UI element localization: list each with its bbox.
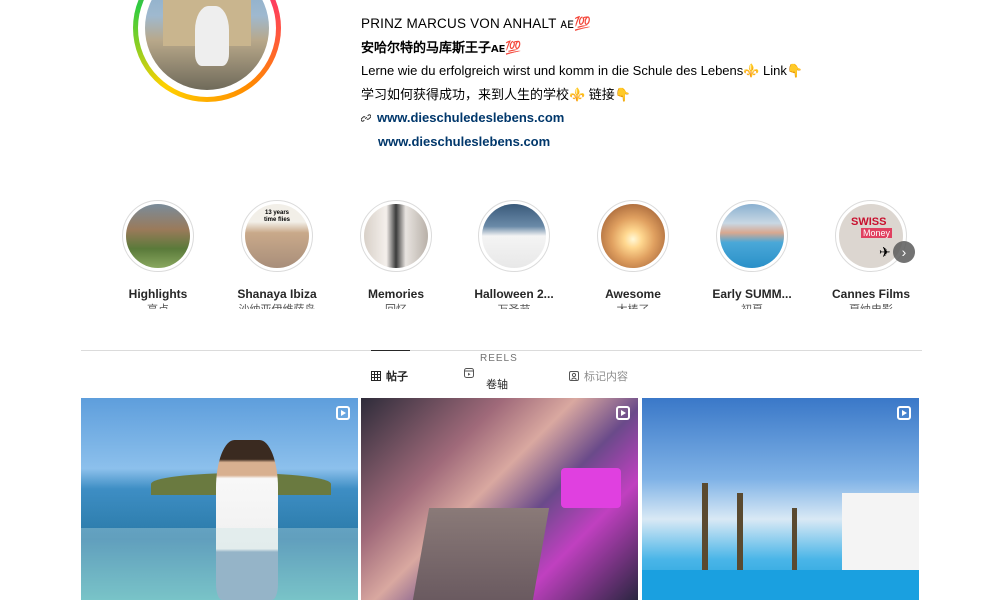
- profile-name: PRINZ MARCUS VON ANHALT ᴀᴇ💯: [361, 16, 592, 31]
- highlight-5[interactable]: Awesome 太棒了: [591, 200, 675, 309]
- post-pool-water: [642, 570, 919, 600]
- profile-name-zh: 安哈尔特的马库斯王子ᴀᴇ💯: [361, 39, 522, 55]
- profile-avatar[interactable]: [133, 0, 281, 102]
- post-pool-palms[interactable]: [642, 398, 919, 600]
- highlight-sublabel: 沙纳亚伊维萨岛: [235, 303, 319, 309]
- reel-icon: [616, 406, 630, 420]
- website-link-2[interactable]: www.dieschuleslebens.com: [361, 130, 803, 154]
- post-palm-2: [737, 493, 743, 573]
- highlight-sublabel: 万圣节: [472, 303, 556, 309]
- airplane-icon: ✈: [879, 244, 891, 260]
- tagged-icon: [569, 371, 579, 381]
- highlight-ring: [122, 200, 194, 272]
- post-palm-1: [702, 483, 708, 573]
- highlight-label: Highlights: [128, 287, 188, 301]
- profile-bio: PRINZ MARCUS VON ANHALT ᴀᴇ💯 安哈尔特的马库斯王子ᴀᴇ…: [361, 12, 803, 153]
- tab-tagged-label: 标记内容: [584, 371, 628, 383]
- highlight-3[interactable]: Memories 回忆: [354, 200, 438, 309]
- highlight-sublabel: 回忆: [354, 303, 438, 309]
- tab-reels-label-en[interactable]: REELS: [480, 353, 518, 364]
- active-tab-indicator: [371, 350, 410, 351]
- bio-text-de: Lerne wie du erfolgreich wirst und komm …: [361, 63, 804, 78]
- highlight-label: Halloween 2...: [474, 287, 554, 301]
- highlight-ring: 13 years time flies: [241, 200, 313, 272]
- tab-posts-label: 帖子: [386, 371, 408, 383]
- highlight-thumb: [720, 204, 784, 268]
- reel-icon: [336, 406, 350, 420]
- grid-icon: [371, 371, 381, 381]
- swiss-logo-text: SWISS: [851, 216, 887, 228]
- highlight-thumb: [601, 204, 665, 268]
- post-man-sea[interactable]: [81, 398, 358, 600]
- highlight-sublabel: 初夏: [710, 303, 794, 309]
- highlight-4[interactable]: Halloween 2... 万圣节: [472, 200, 556, 309]
- link-icon: [361, 114, 371, 122]
- post-roof-shape: [412, 508, 550, 600]
- post-building: [842, 493, 919, 573]
- avatar-horse-shape: [195, 6, 229, 66]
- post-pool-shape: [561, 468, 621, 508]
- highlight-label: Cannes Films: [831, 287, 911, 301]
- highlight-2[interactable]: 13 years time flies Shanaya Ibiza 沙纳亚伊维萨…: [235, 200, 319, 309]
- highlight-6[interactable]: Early SUMM... 初夏: [710, 200, 794, 309]
- highlight-sublabel: 太棒了: [591, 303, 675, 309]
- highlight-sublabel: 戛纳电影: [829, 303, 913, 309]
- highlight-1[interactable]: Highlights 亮点: [116, 200, 200, 309]
- tab-posts[interactable]: 帖子: [371, 368, 408, 384]
- highlight-label: Shanaya Ibiza: [237, 287, 317, 301]
- highlight-thumb: [364, 204, 428, 268]
- bio-text-zh: 学习如何获得成功，来到人生的学校⚜️ 链接👇: [361, 86, 631, 102]
- highlight-ring: [478, 200, 550, 272]
- reel-icon: [897, 406, 911, 420]
- highlight-ring: [716, 200, 788, 272]
- highlight-ring: [360, 200, 432, 272]
- website-link-1-text[interactable]: www.dieschuledeslebens.com: [377, 106, 564, 130]
- highlight-thumb: [126, 204, 190, 268]
- highlight-thumb: [482, 204, 546, 268]
- money-text: Money: [861, 228, 893, 238]
- tab-reels-label-zh[interactable]: 卷轴: [486, 376, 508, 392]
- post-palm-3: [792, 508, 797, 578]
- post-villa-aerial[interactable]: [361, 398, 638, 600]
- tab-reels[interactable]: [464, 368, 474, 378]
- highlight-ring: [597, 200, 669, 272]
- highlight-label: Awesome: [605, 287, 661, 301]
- chevron-right-icon[interactable]: ›: [893, 241, 915, 263]
- reels-icon: [464, 368, 474, 378]
- website-link-1[interactable]: www.dieschuledeslebens.com: [361, 106, 803, 130]
- highlight-thumb: SWISS Money ✈: [839, 204, 903, 268]
- highlight-thumb: 13 years time flies: [245, 204, 309, 268]
- highlight-thumb-caption: 13 years time flies: [263, 210, 290, 223]
- tabs-divider: [81, 350, 922, 351]
- tab-tagged[interactable]: 标记内容: [569, 368, 628, 384]
- highlight-label: Memories: [367, 287, 425, 301]
- post-glass-railing: [81, 528, 358, 600]
- highlight-label: Early SUMM...: [712, 287, 792, 301]
- highlight-sublabel: 亮点: [116, 303, 200, 309]
- highlight-ring: SWISS Money ✈: [835, 200, 907, 272]
